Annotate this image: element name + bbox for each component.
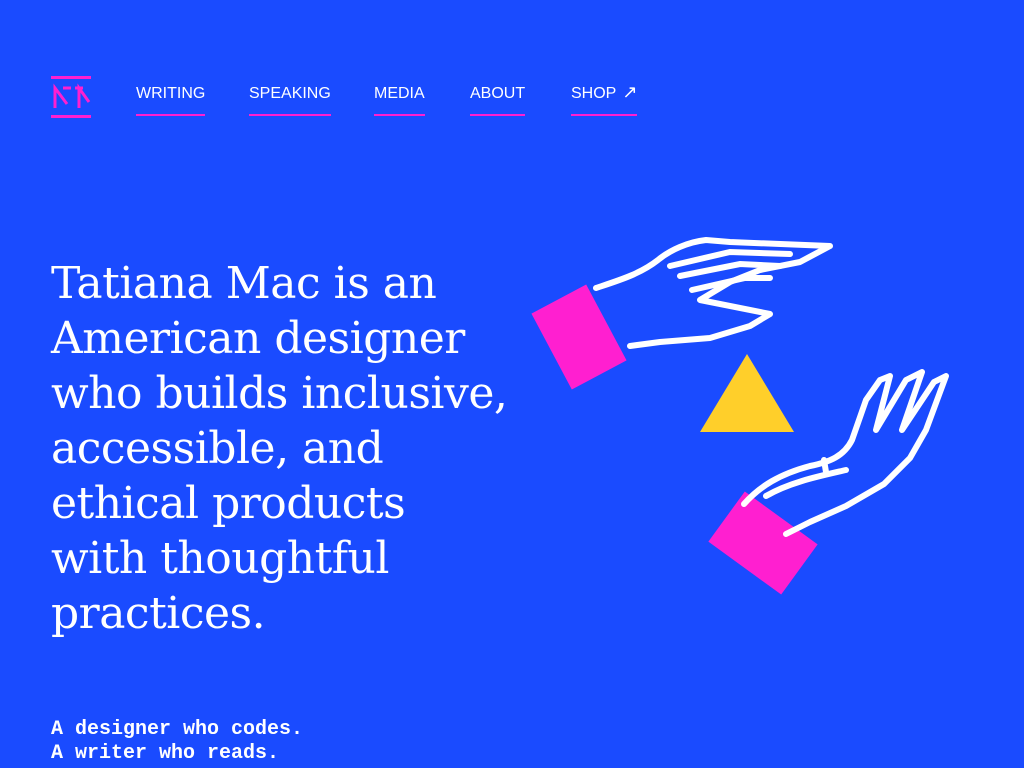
tm-logo-icon: [51, 76, 91, 118]
hands-triangle-illustration: [531, 237, 949, 595]
hero-headline: Tatiana Mac is an American designer who …: [51, 258, 508, 639]
nav-item-writing[interactable]: WRITING: [136, 84, 206, 116]
external-arrow-icon: ↗: [622, 82, 638, 102]
nav-item-about[interactable]: ABOUT: [470, 84, 526, 116]
tagline-line-2: A writer who reads.: [51, 742, 280, 765]
nav-item-media[interactable]: MEDIA: [374, 84, 425, 116]
upper-hand-icon: [531, 237, 833, 390]
nav-item-speaking[interactable]: SPEAKING: [249, 84, 331, 116]
yellow-triangle-icon: [700, 354, 794, 432]
hero-tagline: A designer who codes. A writer who reads…: [51, 718, 303, 766]
nav-item-shop[interactable]: SHOP ↗: [571, 82, 638, 116]
nav-item-shop-label: SHOP: [571, 85, 617, 102]
tagline-line-1: A designer who codes.: [51, 718, 304, 741]
